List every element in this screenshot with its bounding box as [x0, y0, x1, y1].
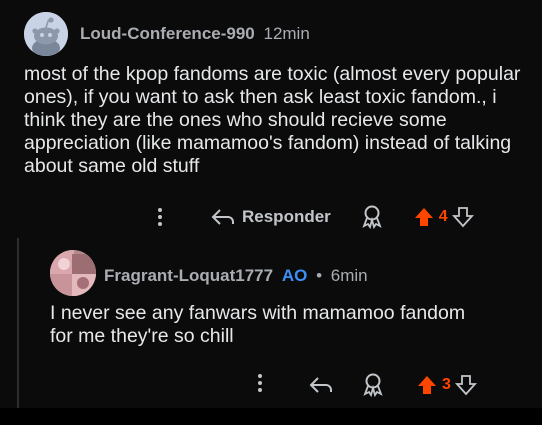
reply-body-line: I never see any fanwars with mamamoo fan… [50, 302, 466, 324]
reddit-snoo-avatar-icon [24, 12, 68, 56]
reply-time: 6min [330, 266, 368, 285]
comment-body: most of the kpop fandoms are toxic (almo… [24, 63, 521, 177]
reply-arrow-icon[interactable] [308, 375, 334, 395]
bottom-edge [0, 408, 542, 425]
more-options-icon[interactable] [150, 207, 170, 227]
comment-action-bar: Responder 4 [150, 202, 510, 232]
downvote-arrow-icon[interactable] [451, 206, 474, 228]
comment-username[interactable]: Loud-Conference-990 [80, 24, 255, 43]
user-avatar[interactable] [24, 12, 68, 56]
reply-body: I never see any fanwars with mamamoo fan… [50, 302, 530, 348]
reply-username[interactable]: Fragrant-Loquat1777 [104, 266, 273, 285]
more-options-icon[interactable] [250, 373, 270, 398]
reply-meta: Fragrant-Loquat1777 AO • 6min [104, 266, 368, 286]
award-icon[interactable] [361, 205, 383, 229]
reply-button[interactable]: Responder [210, 207, 331, 227]
reply-label: Responder [242, 207, 331, 226]
vote-score: 4 [438, 208, 448, 225]
award-icon[interactable] [362, 373, 384, 397]
meta-separator: • [316, 266, 323, 285]
vote-score: 3 [442, 376, 451, 393]
reply-user-avatar[interactable] [50, 250, 96, 296]
upvote-arrow-icon[interactable] [413, 206, 435, 228]
reply-body-line: for me they're so chill [50, 325, 234, 347]
upvote-arrow-icon[interactable] [416, 374, 438, 396]
user-photo-icon [50, 250, 96, 296]
reply-arrow-icon [211, 209, 234, 225]
comment-meta: Loud-Conference-990 12min [80, 24, 310, 44]
downvote-arrow-icon[interactable] [454, 374, 477, 396]
op-badge: AO [281, 266, 308, 285]
comment-time: 12min [263, 24, 310, 43]
reply-action-bar: 3 [250, 370, 510, 400]
thread-line[interactable] [17, 238, 19, 408]
